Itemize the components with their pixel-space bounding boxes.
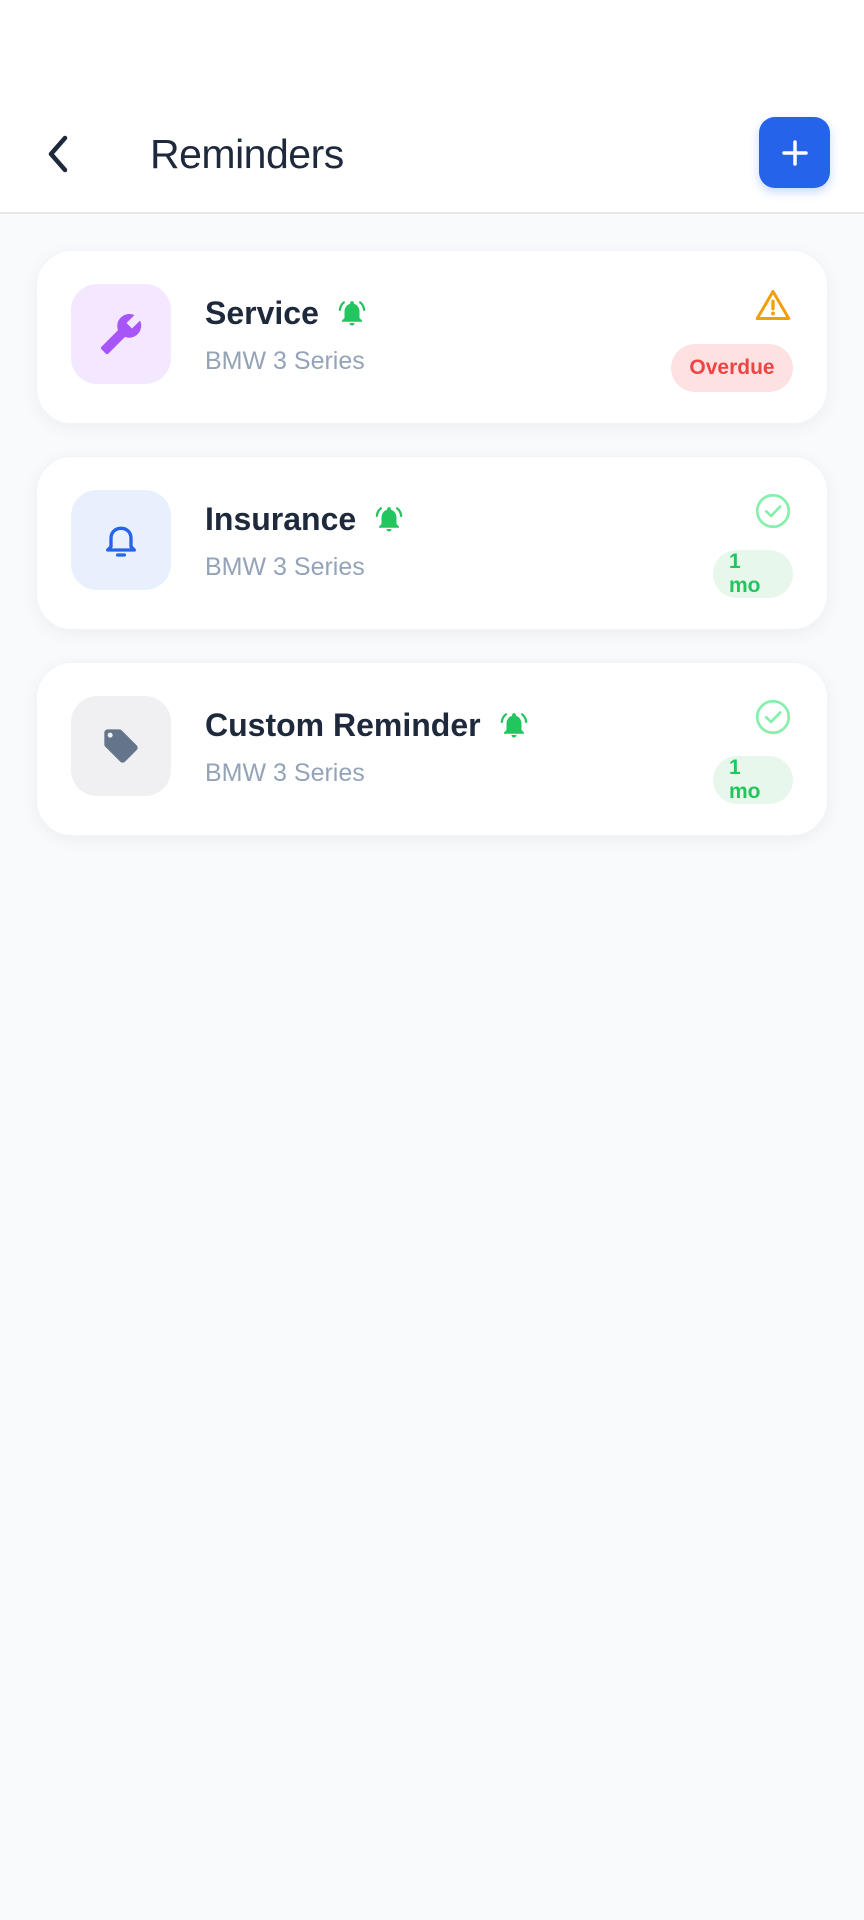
- wrench-icon: [100, 314, 142, 355]
- status-badge: Overdue: [671, 344, 793, 392]
- back-button[interactable]: [36, 124, 80, 184]
- warning-icon: [755, 290, 791, 320]
- chevron-left-icon: [48, 135, 68, 173]
- status-indicator: [755, 493, 791, 529]
- alarm-bell-icon: [375, 507, 403, 532]
- add-reminder-button[interactable]: [759, 117, 830, 188]
- reminder-title: Service: [205, 293, 367, 333]
- reminder-icon-tile: [71, 284, 171, 384]
- page-title: Reminders: [150, 131, 344, 177]
- app-header: Reminders: [0, 0, 864, 214]
- reminder-vehicle: BMW 3 Series: [205, 553, 365, 581]
- reminder-card-custom[interactable]: Custom Reminder BMW 3 Series 1 mo: [36, 662, 828, 836]
- check-circle-icon: [755, 699, 791, 735]
- reminder-title-text: Service: [205, 295, 319, 331]
- status-badge: 1 mo: [713, 756, 793, 804]
- reminder-title: Custom Reminder: [205, 705, 529, 745]
- reminder-title-text: Custom Reminder: [205, 707, 481, 743]
- reminder-vehicle: BMW 3 Series: [205, 759, 365, 787]
- reminder-card-service[interactable]: Service BMW 3 Series Overdue: [36, 250, 828, 424]
- reminder-card-insurance[interactable]: Insurance BMW 3 Series 1 mo: [36, 456, 828, 630]
- alarm-bell-icon: [500, 713, 527, 738]
- reminder-icon-tile: [71, 490, 171, 590]
- plus-icon: [781, 139, 808, 166]
- reminder-icon-tile: [71, 696, 171, 796]
- reminder-title: Insurance: [205, 499, 404, 539]
- bell-icon: [106, 526, 136, 557]
- alarm-bell-icon: [338, 301, 366, 326]
- check-circle-icon: [755, 493, 791, 529]
- status-badge: 1 mo: [713, 550, 793, 598]
- status-indicator: [755, 699, 791, 735]
- status-indicator: [755, 287, 791, 323]
- reminder-vehicle: BMW 3 Series: [205, 347, 365, 375]
- tag-icon: [104, 729, 138, 763]
- reminder-title-text: Insurance: [205, 501, 357, 537]
